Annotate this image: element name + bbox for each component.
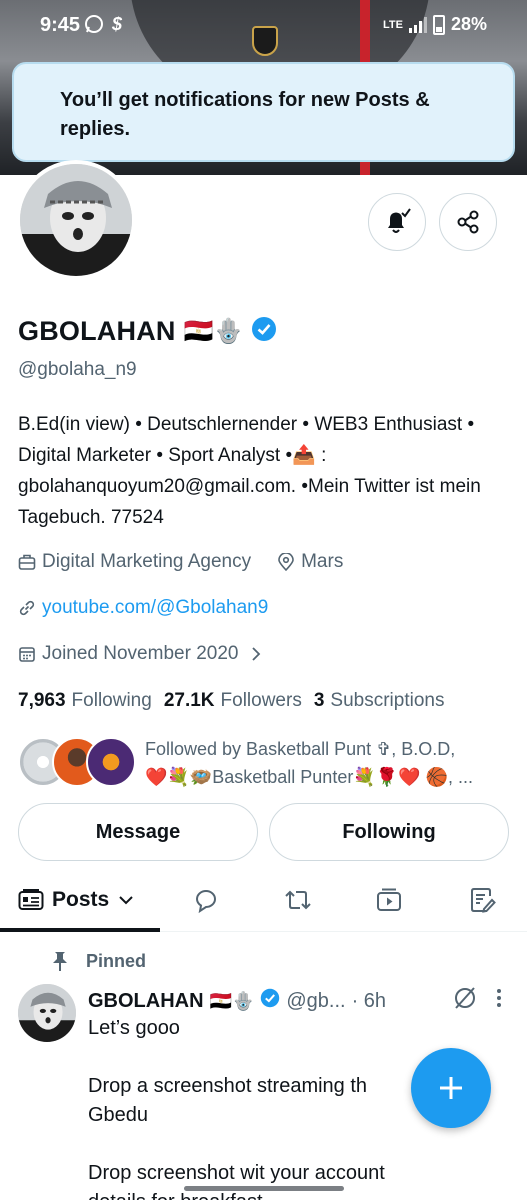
tab-posts-label: Posts — [52, 888, 110, 911]
status-time: 9:45 — [40, 14, 81, 36]
followed-by-line-1: Followed by Basketball Punt ✞, B.O.D, — [145, 739, 456, 759]
tab-posts[interactable]: Posts — [18, 868, 135, 932]
notification-toast: You’ll get notifications for new Posts &… — [12, 62, 515, 162]
signal-icon — [408, 16, 427, 33]
profile-meta-website: youtube.com/@Gbolahan9 — [18, 597, 268, 619]
tweet-author-emojis: 🇪🇬🪬 — [209, 990, 255, 1011]
location-pin-icon — [278, 553, 294, 571]
followers-stat[interactable]: 27.1K Followers — [164, 690, 302, 712]
repost-icon — [285, 890, 311, 910]
following-button[interactable]: Following — [269, 803, 509, 861]
follower-avatar-3 — [86, 737, 136, 787]
link-icon — [19, 600, 35, 616]
status-right: LTE 28% — [383, 14, 487, 35]
tab-replies[interactable] — [192, 868, 220, 932]
tweet-line-4: Drop screenshot wit your account — [88, 1162, 385, 1184]
profile-location: Mars — [301, 551, 344, 572]
following-label: Following — [71, 690, 152, 711]
chevron-right-icon — [252, 647, 261, 661]
tab-reposts[interactable] — [283, 868, 313, 932]
followers-count: 27.1K — [163, 690, 215, 711]
tweet-author-handle: @gb... — [286, 989, 346, 1012]
subscriptions-label: Subscriptions — [330, 690, 445, 711]
notifications-bell-button[interactable] — [368, 193, 426, 251]
pin-icon — [53, 952, 67, 971]
profile-name-emojis: 🇪🇬🪬 — [183, 318, 244, 345]
profile-meta-category-location: Digital Marketing Agency Mars — [18, 551, 343, 573]
following-count: 7,963 — [18, 690, 66, 711]
battery-percent: 28% — [450, 14, 487, 34]
status-left-icons: $ — [84, 14, 122, 39]
followed-by-text: Followed by Basketball Punt ✞, B.O.D, ❤️… — [145, 735, 515, 791]
calendar-icon — [19, 647, 35, 662]
followers-label: Followers — [220, 690, 302, 711]
tab-media[interactable] — [375, 868, 403, 932]
verified-badge-icon[interactable] — [251, 316, 277, 347]
grok-icon[interactable] — [452, 985, 478, 1017]
plus-icon — [440, 1077, 462, 1099]
profile-handle: @gbolaha_n9 — [18, 359, 137, 380]
subscriptions-count: 3 — [313, 690, 325, 711]
profile-avatar[interactable] — [16, 160, 136, 280]
compose-post-button[interactable] — [411, 1048, 491, 1128]
media-video-icon — [377, 888, 401, 911]
profile-stats: 7,963 Following 27.1K Followers 3 Subscript… — [18, 690, 444, 712]
avatar-image — [20, 164, 132, 276]
briefcase-icon — [18, 554, 36, 570]
tweet-author-avatar[interactable] — [18, 984, 76, 1042]
profile-bio: B.Ed(in view) • Deutschlernender • WEB3 … — [18, 414, 481, 528]
network-label: LTE — [383, 18, 403, 31]
pinned-indicator: Pinned — [50, 950, 146, 972]
following-stat[interactable]: 7,963 Following — [18, 690, 152, 712]
tweet-header: GBOLAHAN 🇪🇬🪬 @gb... · 6h — [88, 985, 518, 1017]
reply-bubble-icon — [195, 890, 216, 914]
active-tab-indicator — [0, 928, 160, 932]
app-s-icon: $ — [112, 14, 123, 34]
posts-tab-icon — [18, 889, 44, 910]
tweet-avatar-image — [18, 984, 76, 1042]
tweet-line-1: Let’s gooo — [88, 1017, 180, 1039]
tweet-time: · 6h — [351, 989, 387, 1012]
more-options-icon[interactable] — [496, 988, 502, 1014]
bell-check-icon — [388, 208, 411, 233]
home-indicator[interactable] — [184, 1186, 344, 1191]
subscriptions-stat[interactable]: 3 Subscriptions — [314, 690, 445, 712]
followed-by-section[interactable]: Followed by Basketball Punt ✞, B.O.D, ❤️… — [18, 733, 518, 793]
toast-text: You’ll get notifications for new Posts &… — [60, 89, 430, 140]
battery-icon — [432, 14, 445, 35]
profile-meta-joined[interactable]: Joined November 2020 — [18, 643, 264, 665]
whatsapp-icon — [84, 14, 104, 39]
message-button[interactable]: Message — [18, 803, 258, 861]
profile-name: GBOLAHAN — [18, 316, 176, 346]
share-button[interactable] — [439, 193, 497, 251]
pinned-label: Pinned — [86, 950, 147, 971]
profile-joined-date: Joined November 2020 — [42, 643, 239, 664]
followed-by-avatars — [18, 737, 138, 789]
profile-name-row: GBOLAHAN 🇪🇬🪬 — [18, 316, 277, 347]
followed-by-line-2: ❤️💐🪺Basketball Punter💐🌹❤️ 🏀, ... — [145, 767, 473, 787]
article-edit-icon — [471, 888, 496, 913]
profile-tabs: Posts — [0, 868, 527, 932]
chevron-down-icon — [119, 896, 133, 905]
tweet-line-gap — [88, 1130, 508, 1159]
tweet-verified-badge-icon — [260, 988, 280, 1014]
share-icon — [457, 210, 479, 234]
profile-category[interactable]: Digital Marketing Agency — [42, 551, 251, 573]
tab-articles[interactable] — [468, 868, 496, 932]
status-bar: 9:45 $ LTE 28% — [0, 0, 527, 50]
profile-website-link[interactable]: youtube.com/@Gbolahan9 — [42, 597, 268, 619]
tweet-author-name[interactable]: GBOLAHAN — [88, 990, 204, 1013]
